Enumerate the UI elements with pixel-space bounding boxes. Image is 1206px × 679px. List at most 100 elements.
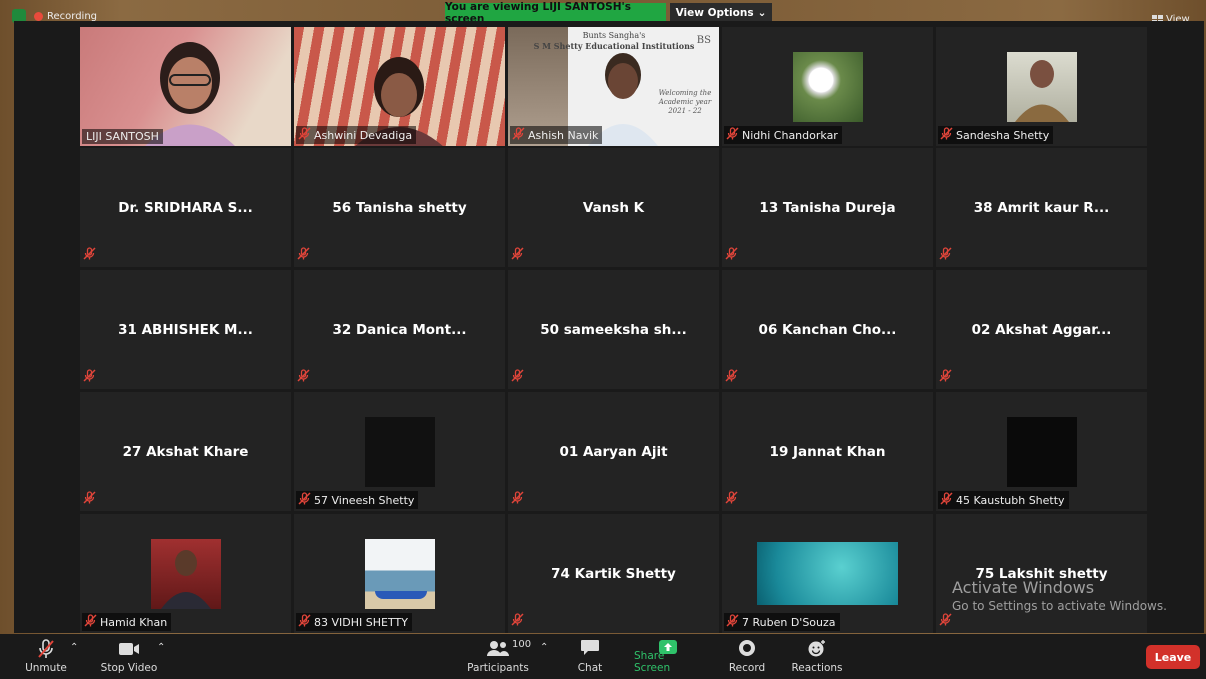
muted-mic-icon (725, 489, 738, 508)
participant-tile[interactable]: Dr. SRIDHARA S... (80, 148, 291, 267)
participant-name-label: 45 Kaustubh Shetty (938, 491, 1069, 509)
activate-windows-subtitle: Go to Settings to activate Windows. (952, 599, 1167, 613)
participant-display-name: 56 Tanisha shetty (332, 199, 467, 216)
participant-tile[interactable]: 38 Amrit kaur R... (936, 148, 1147, 267)
leave-button[interactable]: Leave (1146, 645, 1200, 669)
participant-display-name: 19 Jannat Khan (769, 443, 886, 460)
participant-display-name: 02 Akshat Aggar... (971, 321, 1112, 338)
participant-tile[interactable]: 50 sameeksha sh... (508, 270, 719, 389)
participant-name-label: 83 VIDHI SHETTY (296, 613, 412, 631)
participant-tile[interactable]: Bunts Sangha's S M Shetty Educational Ins… (508, 27, 719, 146)
participant-tile[interactable]: 31 ABHISHEK M... (80, 270, 291, 389)
participant-tile[interactable]: 75 Lakshit shetty (936, 514, 1147, 633)
muted-mic-icon (297, 245, 310, 264)
reactions-label: Reactions (791, 662, 843, 674)
chat-bubble-icon (581, 640, 599, 655)
participant-tile[interactable]: 74 Kartik Shetty (508, 514, 719, 633)
participant-tile[interactable]: 01 Aaryan Ajit (508, 392, 719, 511)
chat-button[interactable]: Chat (570, 634, 610, 679)
participant-name-label: 57 Vineesh Shetty (296, 491, 419, 509)
participant-tile[interactable]: 83 VIDHI SHETTY (294, 514, 505, 633)
muted-mic-icon (511, 489, 524, 508)
muted-mic-icon (83, 489, 96, 508)
muted-mic-icon (725, 245, 738, 264)
stop-video-button[interactable]: Stop Video (98, 634, 160, 679)
audio-options-chevron-icon[interactable]: ⌃ (70, 642, 78, 653)
participant-tile[interactable]: Nidhi Chandorkar (722, 27, 933, 146)
muted-mic-icon (726, 127, 739, 143)
participant-tile[interactable]: 32 Danica Mont... (294, 270, 505, 389)
participant-name-label: Sandesha Shetty (938, 126, 1054, 144)
share-screen-button[interactable]: Share Screen (634, 634, 702, 679)
participant-name: 45 Kaustubh Shetty (956, 493, 1065, 507)
muted-mic-icon (939, 245, 952, 264)
video-options-chevron-icon[interactable]: ⌃ (157, 642, 165, 653)
participant-name-label: 7 Ruben D'Souza (724, 613, 840, 631)
recording-label: Recording (47, 10, 98, 22)
participant-tile[interactable]: 13 Tanisha Dureja (722, 148, 933, 267)
participants-options-chevron-icon[interactable]: ⌃ (540, 642, 548, 653)
muted-mic-icon (939, 367, 952, 386)
participant-name: 57 Vineesh Shetty (314, 493, 415, 507)
participant-tile[interactable]: Hamid Khan (80, 514, 291, 633)
muted-mic-icon (512, 127, 525, 143)
participants-count: 100 (512, 639, 532, 650)
unmute-button[interactable]: Unmute (22, 634, 70, 679)
participant-display-name: 31 ABHISHEK M... (118, 321, 253, 338)
zoom-meeting-window: Recording You are viewing LIJI SANTOSH's… (0, 0, 1206, 679)
participant-tile[interactable]: 7 Ruben D'Souza (722, 514, 933, 633)
participant-tile[interactable]: Vansh K (508, 148, 719, 267)
meeting-toolbar: Unmute ⌃ Stop Video ⌃ 100 Participants ⌃… (0, 634, 1206, 679)
muted-mic-icon (940, 127, 953, 143)
record-button[interactable]: Record (726, 634, 768, 679)
participant-tile[interactable]: 57 Vineesh Shetty (294, 392, 505, 511)
screen-share-banner: You are viewing LIJI SANTOSH's screen (445, 1, 666, 25)
participant-tile[interactable]: 56 Tanisha shetty (294, 148, 505, 267)
muted-mic-icon (511, 611, 524, 630)
participant-display-name: 38 Amrit kaur R... (973, 199, 1110, 216)
gallery-view: LIJI SANTOSH Ashwini Devadiga Bunts Sangha… (14, 21, 1204, 633)
participant-display-name: 27 Akshat Khare (122, 443, 249, 460)
reactions-button[interactable]: Reactions (790, 634, 844, 679)
participant-tile[interactable]: LIJI SANTOSH (80, 27, 291, 146)
participant-display-name: 06 Kanchan Cho... (758, 321, 897, 338)
participants-label: Participants (467, 662, 529, 674)
participant-name: 83 VIDHI SHETTY (314, 615, 408, 629)
muted-mic-icon (83, 367, 96, 386)
stop-video-label: Stop Video (100, 662, 158, 674)
participant-name: Nidhi Chandorkar (742, 128, 838, 142)
participant-tile[interactable]: Ashwini Devadiga (294, 27, 505, 146)
participant-display-name: 32 Danica Mont... (332, 321, 467, 338)
participant-display-name: 74 Kartik Shetty (551, 565, 676, 582)
video-camera-icon (119, 643, 139, 655)
muted-mic-icon (726, 614, 739, 630)
participant-tile[interactable]: 27 Akshat Khare (80, 392, 291, 511)
muted-mic-icon (939, 611, 952, 630)
muted-mic-icon (511, 245, 524, 264)
share-screen-icon (659, 640, 677, 654)
record-icon (739, 640, 755, 656)
participant-display-name: Dr. SRIDHARA S... (118, 199, 253, 216)
muted-mic-icon (298, 127, 311, 143)
muted-mic-icon (940, 492, 953, 508)
participant-name: Sandesha Shetty (956, 128, 1050, 142)
view-options-button[interactable]: View Options ⌄ (670, 3, 772, 23)
muted-mic-icon (298, 492, 311, 508)
muted-mic-icon (298, 614, 311, 630)
participant-tile[interactable]: 02 Akshat Aggar... (936, 270, 1147, 389)
participant-tile[interactable]: Sandesha Shetty (936, 27, 1147, 146)
participant-display-name: 01 Aaryan Ajit (559, 443, 668, 460)
muted-mic-icon (725, 367, 738, 386)
record-label: Record (728, 662, 766, 674)
participant-tile[interactable]: 19 Jannat Khan (722, 392, 933, 511)
participant-tile[interactable]: 45 Kaustubh Shetty (936, 392, 1147, 511)
recording-dot-icon (34, 11, 43, 21)
participant-tile[interactable]: 06 Kanchan Cho... (722, 270, 933, 389)
participant-name: LIJI SANTOSH (86, 130, 159, 143)
participant-name: Ashish Navik (528, 128, 599, 142)
participants-button[interactable]: 100 Participants (467, 634, 532, 679)
participant-display-name: 50 sameeksha sh... (540, 321, 687, 338)
participants-icon (487, 641, 509, 656)
smiley-reaction-icon (808, 640, 825, 657)
participant-display-name: 13 Tanisha Dureja (759, 199, 896, 216)
